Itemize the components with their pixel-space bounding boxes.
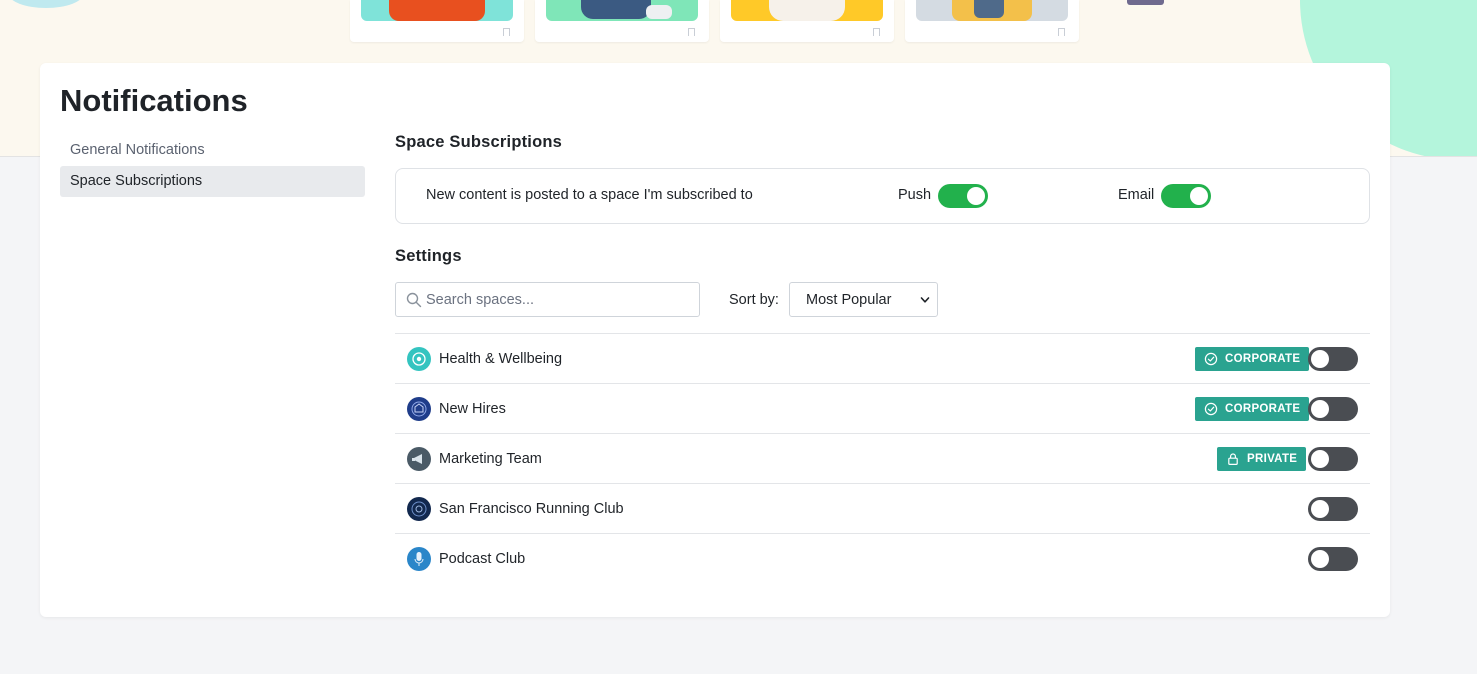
space-name: San Francisco Running Club [439,501,624,517]
email-label: Email [1118,187,1155,203]
main-content: Space Subscriptions New content is poste… [395,133,1370,571]
space-list: Health & Wellbeing CORPORATE New Hires C… [395,333,1370,584]
card-image [731,0,883,21]
toggle-knob [1311,400,1329,418]
notifications-panel: Notifications General Notifications Spac… [40,63,1390,617]
chevron-down-icon [920,297,930,303]
email-toggle[interactable] [1161,184,1211,208]
space-notification-toggle[interactable] [1308,397,1358,421]
toggle-knob [1311,450,1329,468]
space-row: New Hires CORPORATE [395,384,1370,434]
card-image [546,0,698,21]
toggle-knob [1311,550,1329,568]
space-notification-toggle[interactable] [1308,447,1358,471]
toggle-knob [1311,500,1329,518]
space-name: Health & Wellbeing [439,351,563,367]
subscription-description: New content is posted to a space I'm sub… [426,187,753,203]
card-image [361,0,513,21]
section-title-settings: Settings [395,247,462,265]
bookmark-icon[interactable] [503,28,510,36]
badge-label: PRIVATE [1247,453,1298,465]
section-title-space-subscriptions: Space Subscriptions [395,133,563,151]
push-toggle[interactable] [938,184,988,208]
space-avatar [407,547,431,571]
space-avatar [407,447,431,471]
sidebar-item-general-notifications[interactable]: General Notifications [60,135,365,166]
corporate-badge: CORPORATE [1195,397,1310,421]
space-avatar [407,397,431,421]
bookmark-icon[interactable] [688,28,695,36]
corporate-badge: CORPORATE [1195,347,1310,371]
decorative-blob [8,0,84,8]
search-icon [406,292,422,308]
badge-label: CORPORATE [1225,403,1301,415]
check-circle-icon [1204,352,1218,366]
space-notification-toggle[interactable] [1308,347,1358,371]
featured-card[interactable] [720,0,894,42]
push-label: Push [898,187,932,203]
card-image [916,0,1068,21]
sort-label: Sort by: [729,292,779,308]
carousel-control[interactable] [1127,0,1164,5]
toggle-knob [1190,187,1208,205]
toggle-knob [967,187,985,205]
search-spaces-input[interactable] [426,283,696,316]
space-avatar [407,497,431,521]
bookmark-icon[interactable] [1058,28,1065,36]
lock-icon [1228,453,1238,465]
space-name: Podcast Club [439,551,526,567]
bookmark-icon[interactable] [873,28,880,36]
space-notification-toggle[interactable] [1308,547,1358,571]
check-circle-icon [1204,402,1218,416]
toggle-knob [1311,350,1329,368]
space-name: New Hires [439,401,506,417]
space-row: Marketing Team PRIVATE [395,434,1370,484]
sort-selected-value: Most Popular [806,292,892,308]
space-row: Health & Wellbeing CORPORATE [395,334,1370,384]
featured-card[interactable] [905,0,1079,42]
badge-label: CORPORATE [1225,353,1301,365]
page-title: Notifications [60,83,248,118]
sidebar-item-space-subscriptions[interactable]: Space Subscriptions [60,166,365,197]
featured-card[interactable] [535,0,709,42]
sort-select[interactable]: Most Popular [789,282,938,317]
space-row: Podcast Club [395,534,1370,584]
featured-card[interactable] [350,0,524,42]
subscription-preference-card: New content is posted to a space I'm sub… [395,168,1370,224]
space-row: San Francisco Running Club [395,484,1370,534]
search-spaces-field[interactable] [395,282,700,317]
settings-sidebar: General Notifications Space Subscription… [60,135,365,197]
space-name: Marketing Team [439,451,542,467]
space-avatar [407,347,431,371]
space-notification-toggle[interactable] [1308,497,1358,521]
private-badge: PRIVATE [1217,447,1307,471]
